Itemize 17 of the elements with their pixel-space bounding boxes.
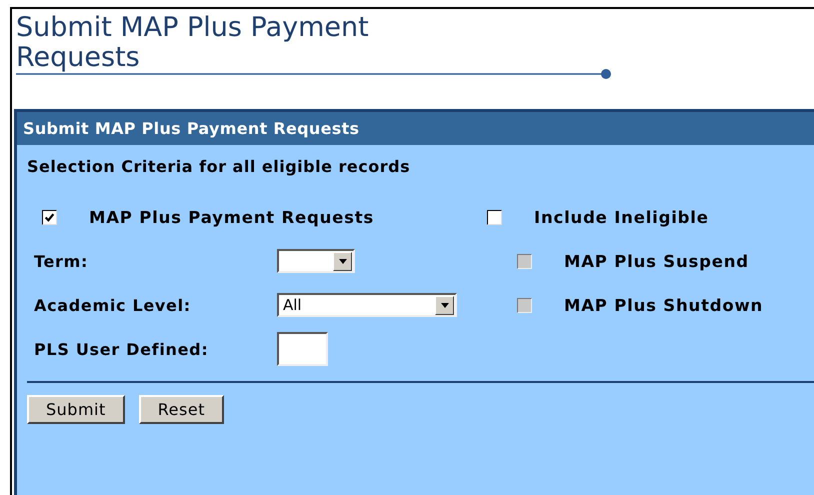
dropdown[interactable] <box>277 249 355 273</box>
reset-button[interactable]: Reset <box>138 395 224 424</box>
panel-header: Submit MAP Plus Payment Requests <box>17 112 814 145</box>
checkbox-label: MAP Plus Payment Requests <box>89 208 374 226</box>
page-title: Submit MAP Plus Payment Requests <box>16 13 370 73</box>
checkbox-label: MAP Plus Suspend <box>564 252 749 270</box>
section-label: Selection Criteria for all eligible records <box>26 157 412 178</box>
submit-button[interactable]: Submit <box>27 395 125 424</box>
field-label: Term: <box>34 250 90 272</box>
text-field[interactable] <box>277 332 328 366</box>
checkbox[interactable] <box>487 210 502 224</box>
checkbox-label: Include Ineligible <box>534 208 709 226</box>
field-label: Academic Level: <box>34 294 192 316</box>
field-label: PLS User Defined: <box>34 338 210 360</box>
dropdown[interactable]: All <box>277 293 457 317</box>
checkbox-label: MAP Plus Shutdown <box>564 296 764 314</box>
checkbox[interactable] <box>42 210 57 224</box>
